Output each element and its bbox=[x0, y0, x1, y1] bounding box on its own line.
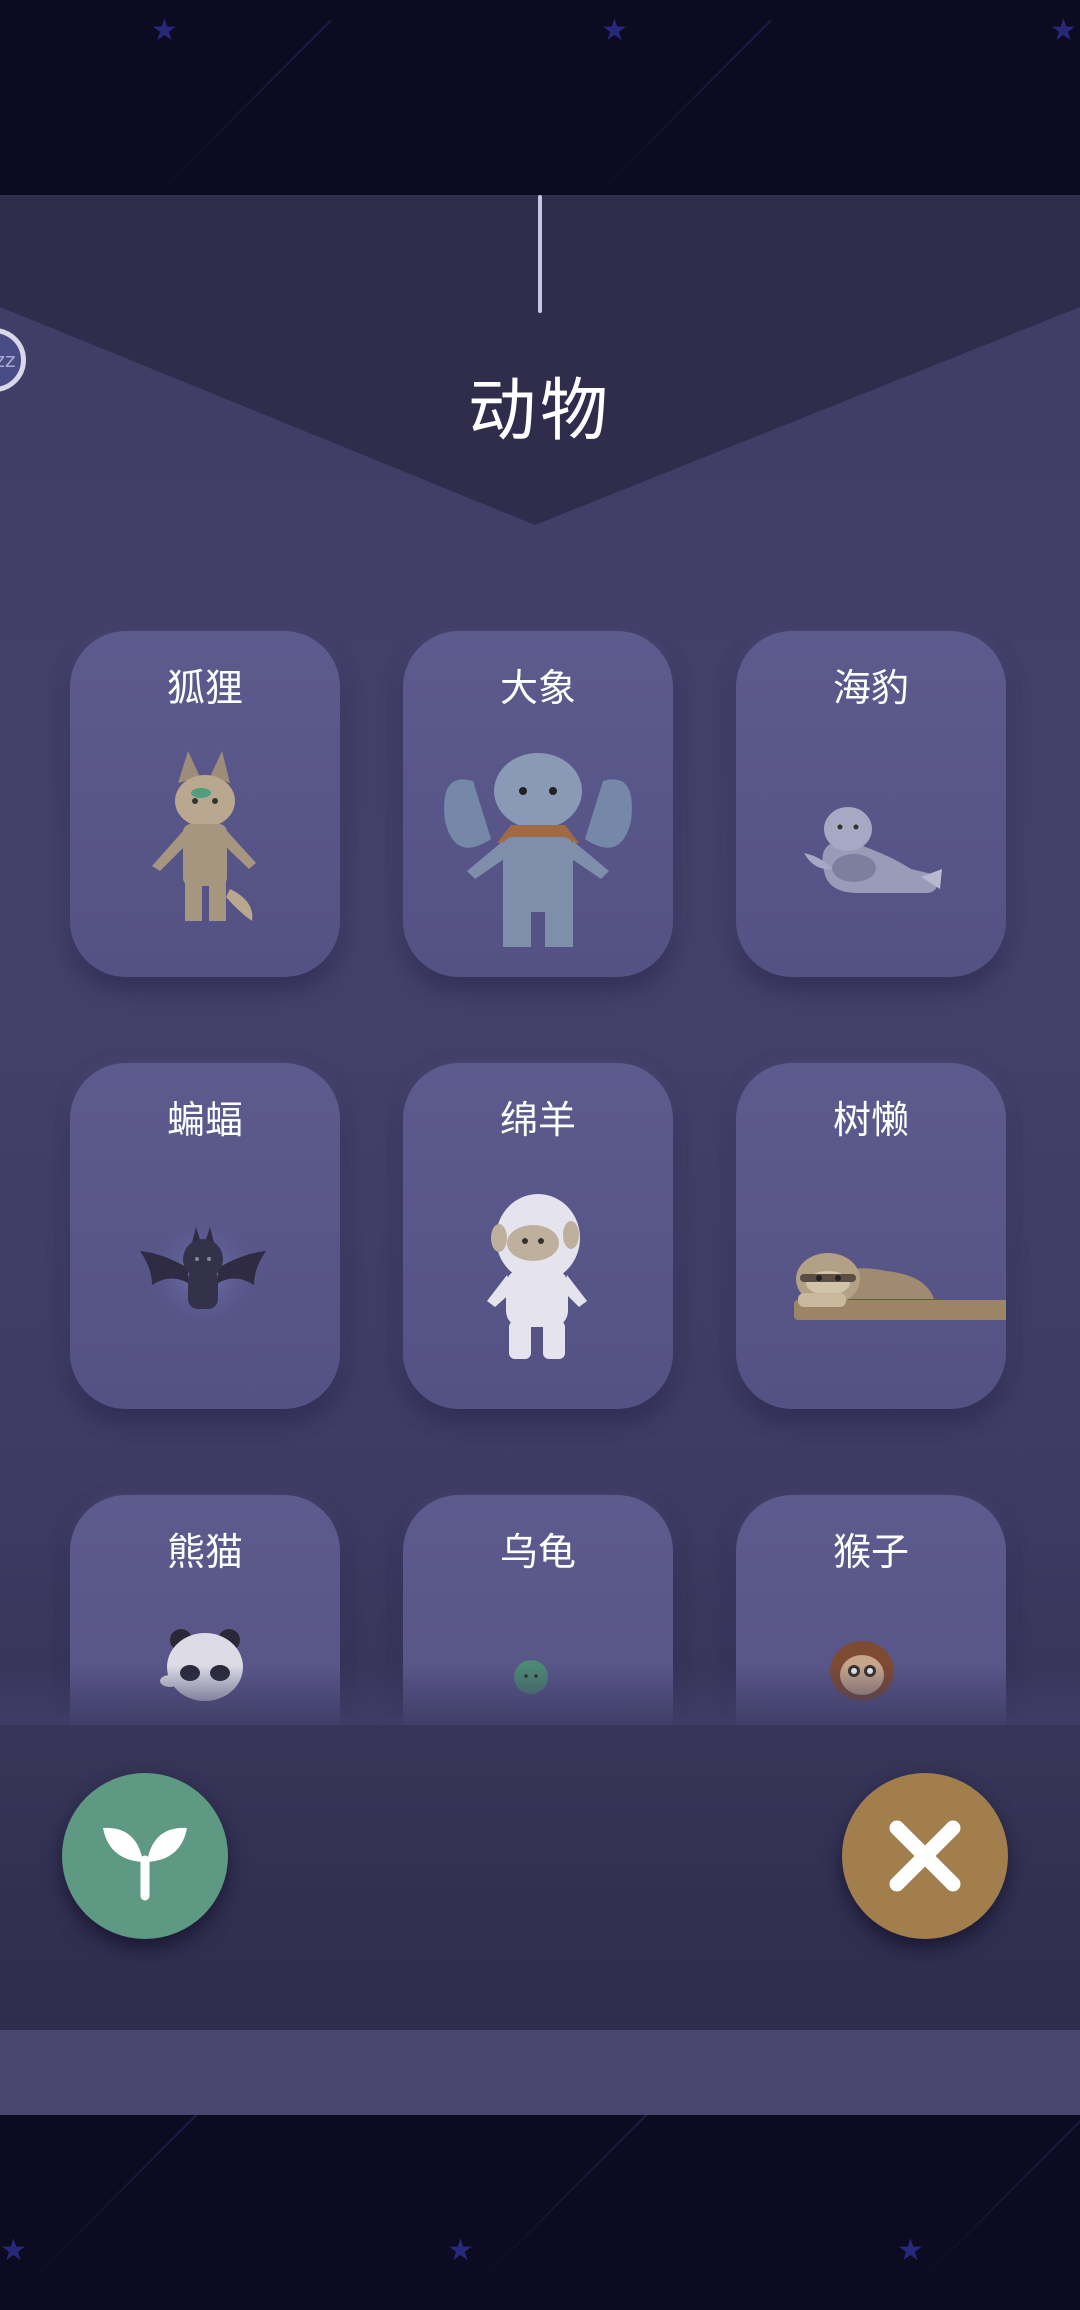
animal-card-sloth[interactable]: 树懒 bbox=[736, 1063, 1006, 1409]
bottom-bar bbox=[0, 2030, 1080, 2115]
close-icon bbox=[889, 1820, 961, 1892]
shooting-streak bbox=[16, 2110, 202, 2296]
animal-card-bat[interactable]: 蝙蝠 bbox=[70, 1063, 340, 1409]
shooting-streak bbox=[906, 2110, 1080, 2296]
elephant-icon bbox=[444, 753, 632, 947]
page-title: 动物 bbox=[467, 372, 612, 451]
drag-handle[interactable] bbox=[538, 195, 542, 313]
star-icon: ★ bbox=[0, 2233, 27, 2268]
bat-icon bbox=[140, 1215, 266, 1331]
scroll-fade bbox=[0, 1665, 1080, 1725]
star-icon: ★ bbox=[601, 13, 628, 48]
animal-card-seal[interactable]: 海豹 bbox=[736, 631, 1006, 977]
shooting-streak bbox=[466, 2110, 652, 2296]
close-button[interactable] bbox=[842, 1773, 1008, 1939]
star-icon: ★ bbox=[1050, 13, 1077, 48]
fox-icon bbox=[152, 751, 256, 921]
star-icon: ★ bbox=[151, 13, 178, 48]
seal-icon bbox=[804, 807, 942, 893]
animal-grid[interactable]: 狐狸 大象 海豹 蝙蝠 绵羊 树懒 熊猫 乌龟 猴子 bbox=[0, 625, 1080, 1725]
plant-button[interactable] bbox=[62, 1773, 228, 1939]
sheep-icon bbox=[487, 1194, 587, 1359]
animal-card-elephant[interactable]: 大象 bbox=[403, 631, 673, 977]
sloth-icon bbox=[794, 1253, 1006, 1320]
animal-card-sheep[interactable]: 绵羊 bbox=[403, 1063, 673, 1409]
star-icon: ★ bbox=[897, 2233, 924, 2268]
star-icon: ★ bbox=[447, 2233, 474, 2268]
sprout-icon bbox=[103, 1827, 187, 1901]
animal-card-fox[interactable]: 狐狸 bbox=[70, 631, 340, 977]
category-panel: zz 动物 狐狸 大象 bbox=[0, 195, 1080, 2030]
